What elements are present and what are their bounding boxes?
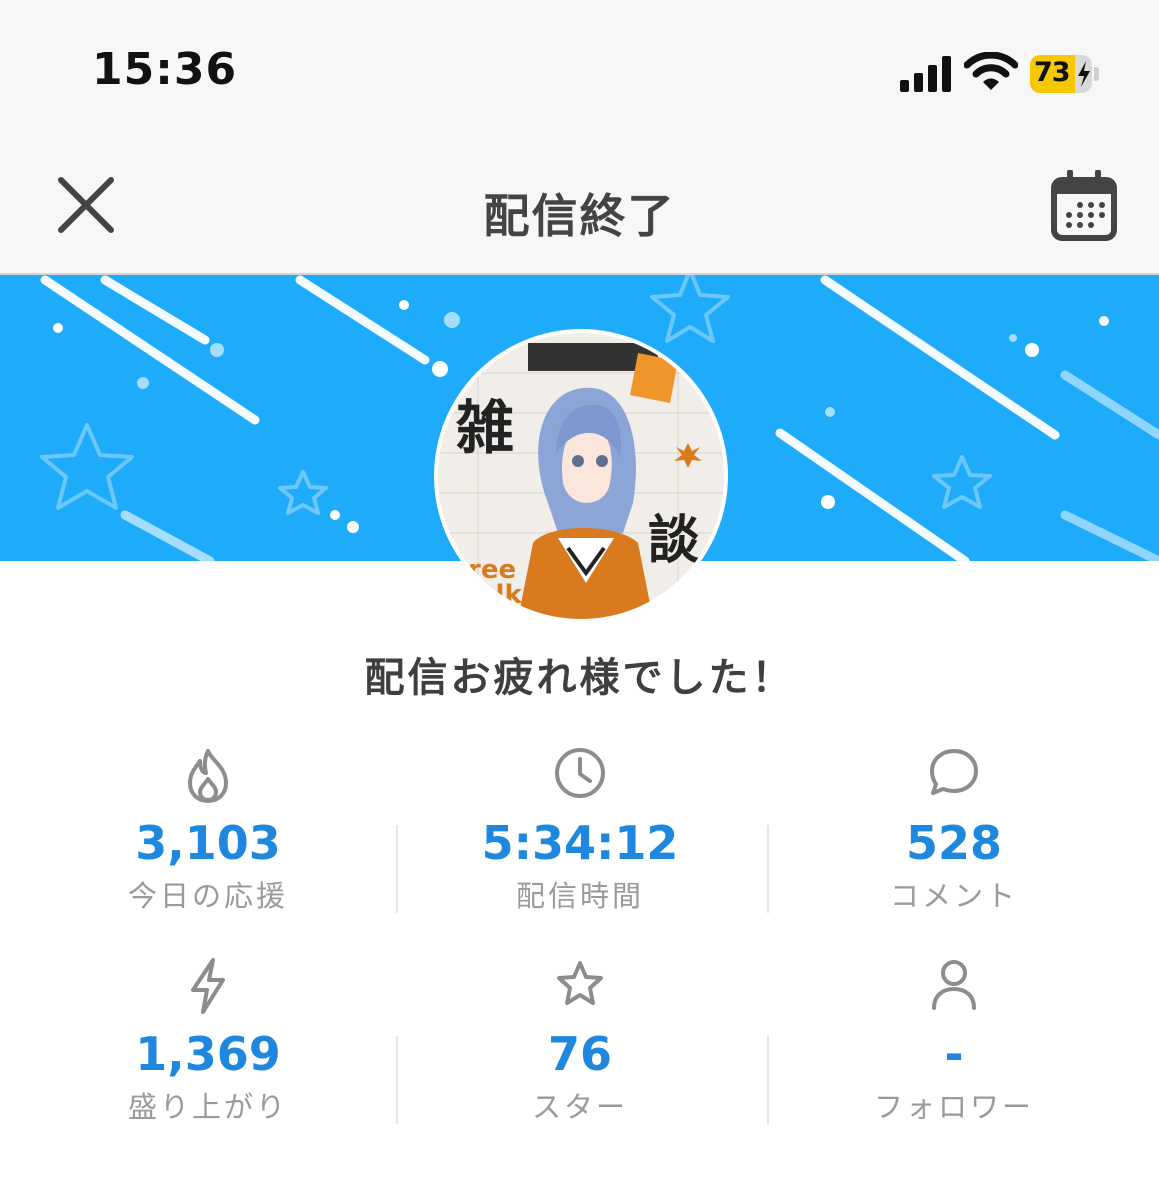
charging-bolt-icon: [1078, 61, 1090, 87]
svg-text:談: 談: [648, 510, 700, 571]
stat-value: -: [944, 1027, 964, 1081]
svg-text:雑: 雑: [455, 394, 514, 462]
stat-value: 1,369: [135, 1027, 281, 1081]
stat-excitement: 1,369 盛り上がり: [58, 956, 358, 1126]
streamer-avatar: 雑 談 ree alk: [438, 333, 724, 619]
status-time: 15:36: [92, 44, 238, 95]
divider: [767, 825, 769, 913]
stat-comments: 528 コメント: [804, 745, 1104, 915]
calendar-icon[interactable]: [1050, 170, 1118, 242]
stat-label: 盛り上がり: [127, 1090, 288, 1124]
greeting-message: 配信お疲れ様でした！: [364, 655, 795, 701]
clock-icon: [555, 748, 605, 798]
stat-stream-time: 5:34:12 配信時間: [430, 745, 730, 915]
battery-icon: 73: [1030, 55, 1099, 93]
stat-value: 528: [905, 816, 1003, 870]
stat-label: 今日の応援: [127, 879, 288, 913]
stat-value: 76: [547, 1027, 612, 1081]
stat-stars: 76 スター: [430, 956, 730, 1126]
battery-cap: [1094, 67, 1099, 81]
stat-label: スター: [531, 1090, 628, 1124]
avatar-image: 雑 談 ree alk: [438, 333, 724, 619]
stat-value: 5:34:12: [481, 816, 679, 870]
comment-icon: [930, 749, 978, 795]
divider: [396, 1036, 398, 1124]
page-title: 配信終了: [483, 189, 676, 243]
divider: [396, 825, 398, 913]
stat-label: フォロワー: [873, 1090, 1034, 1124]
person-icon: [932, 960, 976, 1010]
battery-level: 73: [1034, 57, 1071, 88]
lightning-icon: [191, 958, 225, 1014]
flame-icon: [188, 749, 228, 803]
status-bar: 15:36 73: [0, 0, 1159, 140]
star-icon: [557, 961, 603, 1005]
stat-label: コメント: [889, 879, 1018, 913]
stat-cheer: 3,103 今日の応援: [58, 745, 358, 915]
cellular-signal-icon: [900, 56, 951, 92]
battery-body: 73: [1030, 55, 1092, 93]
stat-value: 3,103: [135, 816, 281, 870]
svg-text:alk: alk: [478, 580, 522, 610]
stat-followers: - フォロワー: [804, 956, 1104, 1126]
divider: [767, 1036, 769, 1124]
wifi-icon: [964, 52, 1018, 90]
stat-label: 配信時間: [515, 879, 644, 913]
nav-bar: 配信終了: [0, 140, 1159, 275]
